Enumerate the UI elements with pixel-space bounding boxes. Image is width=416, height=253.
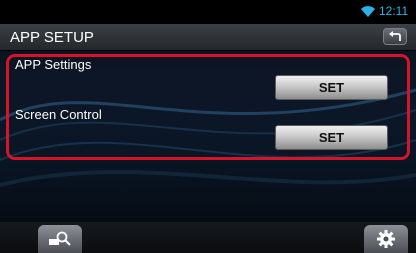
back-arrow-icon [389,31,401,41]
status-bar: 12:11 [0,0,416,24]
page-title: APP SETUP [10,29,94,46]
status-clock: 12:11 [379,4,409,18]
title-bar: APP SETUP [0,24,416,51]
highlight-frame [6,54,410,160]
wifi-icon [361,6,375,17]
settings-button[interactable] [364,225,408,253]
source-search-icon [49,231,71,246]
source-search-button[interactable] [38,225,82,253]
app-setup-screen: 12:11 APP SETUP APP Settings SET Screen … [0,0,416,253]
back-button[interactable] [383,28,407,45]
gear-icon [377,230,395,248]
